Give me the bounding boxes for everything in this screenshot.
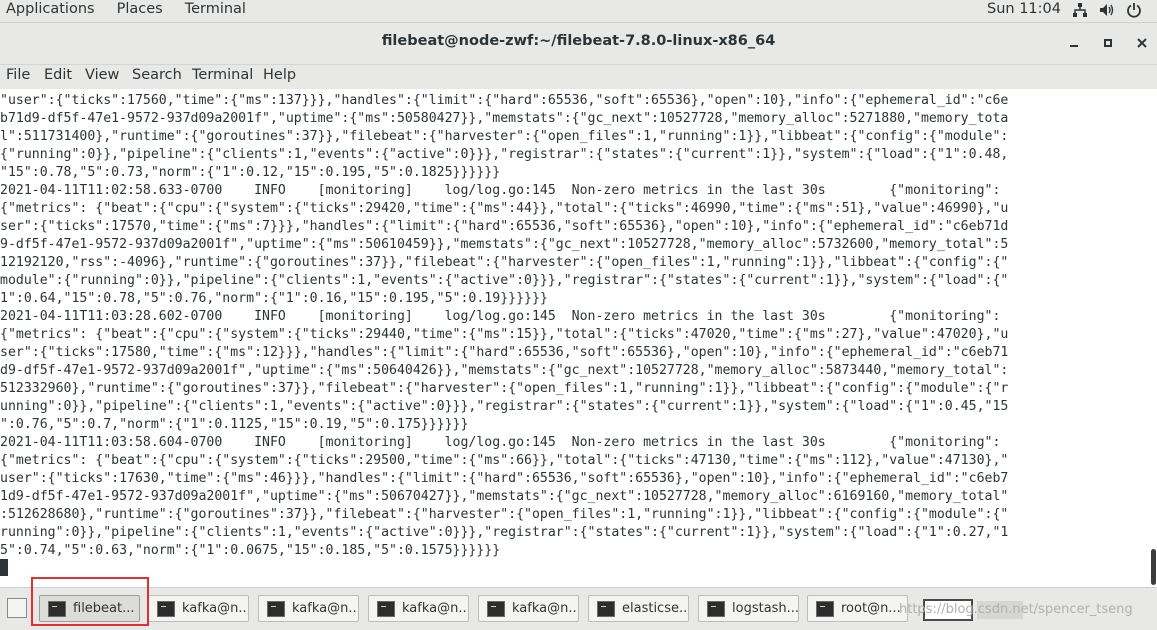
terminal-icon — [816, 600, 834, 617]
terminal-line: unning":0}},"pipeline":{"clients":1,"eve… — [0, 399, 1009, 414]
terminal-icon — [487, 600, 505, 617]
task-elasticsearch[interactable]: elasticse... — [588, 595, 689, 622]
minimize-icon[interactable] — [1063, 32, 1085, 54]
terminal-line: module":{"running":0}},"pipeline":{"clie… — [0, 273, 1009, 288]
terminal-icon — [707, 600, 725, 617]
task-label: kafka@n... — [292, 601, 359, 616]
terminal-line: 1":0.64,"15":0.78,"5":0.76,"norm":{"1":0… — [0, 291, 548, 306]
terminal-line: user":{"ticks":17630,"time":{"ms":46}}},… — [0, 471, 1009, 486]
terminal-line: 512332960},"runtime":{"goroutines":37}},… — [0, 381, 1009, 396]
task-label: kafka@n... — [512, 601, 579, 616]
volume-icon[interactable] — [1099, 2, 1115, 18]
task-root[interactable]: root@n... — [807, 595, 908, 622]
terminal-line: {"metrics": {"beat":{"cpu":{"system":{"t… — [0, 453, 1009, 468]
close-icon[interactable] — [1131, 32, 1153, 54]
terminal-line: 12192120,"rss":-4096},"runtime":{"gorout… — [0, 255, 1009, 270]
network-icon[interactable] — [1072, 2, 1088, 18]
terminal-line: 2021-04-11T11:03:28.602-0700 INFO [monit… — [0, 309, 1001, 324]
terminal-line: 1d9-df5f-47e1-9572-937d09a2001f","uptime… — [0, 489, 1009, 504]
menu-terminal[interactable]: Terminal — [192, 67, 253, 83]
maximize-icon[interactable] — [1097, 32, 1119, 54]
terminal-view[interactable]: "user":{"ticks":17560,"time":{"ms":137}}… — [0, 89, 1157, 586]
task-label: root@n... — [841, 601, 901, 616]
menu-view[interactable]: View — [85, 67, 119, 83]
terminal-line: 2021-04-11T11:03:58.604-0700 INFO [monit… — [0, 435, 1001, 450]
applications-menu[interactable]: Applications — [6, 1, 95, 17]
terminal-icon — [597, 600, 615, 617]
terminal-line: b71d9-df5f-47e1-9572-937d09a2001f","upti… — [0, 111, 1009, 126]
menu-help[interactable]: Help — [263, 67, 296, 83]
terminal-icon — [267, 600, 285, 617]
clock[interactable]: Sun 11:04 — [987, 1, 1061, 17]
terminal-line: ":0.76,"5":0.7,"norm":{"1":0.1125,"15":0… — [0, 417, 469, 432]
terminal-line: running":0}},"pipeline":{"clients":1,"ev… — [0, 525, 1009, 540]
terminal-line: 9-df5f-47e1-9572-937d09a2001f","uptime":… — [0, 237, 1009, 252]
terminal-menubar: File Edit View Search Terminal Help — [0, 65, 1157, 89]
terminal-icon — [377, 600, 395, 617]
task-label: logstash... — [732, 601, 799, 616]
window-titlebar[interactable]: filebeat@node-zwf:~/filebeat-7.8.0-linux… — [0, 23, 1157, 65]
scrollbar-thumb[interactable] — [1151, 549, 1156, 585]
terminal-line: ser":{"ticks":17580,"time":{"ms":12}}},"… — [0, 345, 1009, 360]
task-label: elasticse... — [622, 601, 689, 616]
task-kafka-4[interactable]: kafka@n... — [478, 595, 579, 622]
places-menu[interactable]: Places — [117, 1, 163, 17]
terminal-line: {"metrics": {"beat":{"cpu":{"system":{"t… — [0, 327, 1009, 342]
terminal-line: "15":0.78,"5":0.73,"norm":{"1":0.12,"15"… — [0, 165, 501, 180]
terminal-line: {"running":0}},"pipeline":{"clients":1,"… — [0, 147, 1009, 162]
terminal-app-menu[interactable]: Terminal — [185, 1, 246, 17]
terminal-line: 5":0.74,"5":0.63,"norm":{"1":0.0675,"15"… — [0, 543, 501, 558]
task-logstash[interactable]: logstash... — [698, 595, 799, 622]
task-label: kafka@n... — [402, 601, 469, 616]
task-kafka-1[interactable]: kafka@n... — [148, 595, 249, 622]
menu-edit[interactable]: Edit — [44, 67, 72, 83]
terminal-line: "user":{"ticks":17560,"time":{"ms":137}}… — [0, 93, 1009, 108]
menu-search[interactable]: Search — [132, 67, 182, 83]
power-icon[interactable] — [1126, 2, 1142, 18]
terminal-line: d9-df5f-47e1-9572-937d09a2001f","uptime"… — [0, 363, 1009, 378]
task-label: kafka@n... — [182, 601, 249, 616]
terminal-output: "user":{"ticks":17560,"time":{"ms":137}}… — [0, 92, 1150, 560]
gnome-top-bar: Applications Places Terminal Sun 11:04 — [0, 0, 1157, 23]
system-tray[interactable] — [1072, 2, 1142, 18]
top-menus: Applications Places Terminal — [6, 1, 268, 17]
highlight-annotation — [31, 577, 149, 626]
show-desktop-icon[interactable] — [7, 598, 27, 618]
terminal-icon — [157, 600, 175, 617]
terminal-line: ser":{"ticks":17570,"time":{"ms":7}}},"h… — [0, 219, 1009, 234]
terminal-line: :512628680},"runtime":{"goroutines":37}}… — [0, 507, 1009, 522]
terminal-cursor — [0, 559, 8, 576]
terminal-line: 2021-04-11T11:02:58.633-0700 INFO [monit… — [0, 183, 1001, 198]
watermark: https://blog.csdn.net/spencer_tseng — [899, 602, 1133, 617]
task-kafka-2[interactable]: kafka@n... — [258, 595, 359, 622]
terminal-line: {"metrics": {"beat":{"cpu":{"system":{"t… — [0, 201, 1009, 216]
task-kafka-3[interactable]: kafka@n... — [368, 595, 469, 622]
window-title: filebeat@node-zwf:~/filebeat-7.8.0-linux… — [381, 33, 776, 49]
terminal-line: l":511731400},"runtime":{"goroutines":37… — [0, 129, 1009, 144]
menu-file[interactable]: File — [6, 67, 30, 83]
